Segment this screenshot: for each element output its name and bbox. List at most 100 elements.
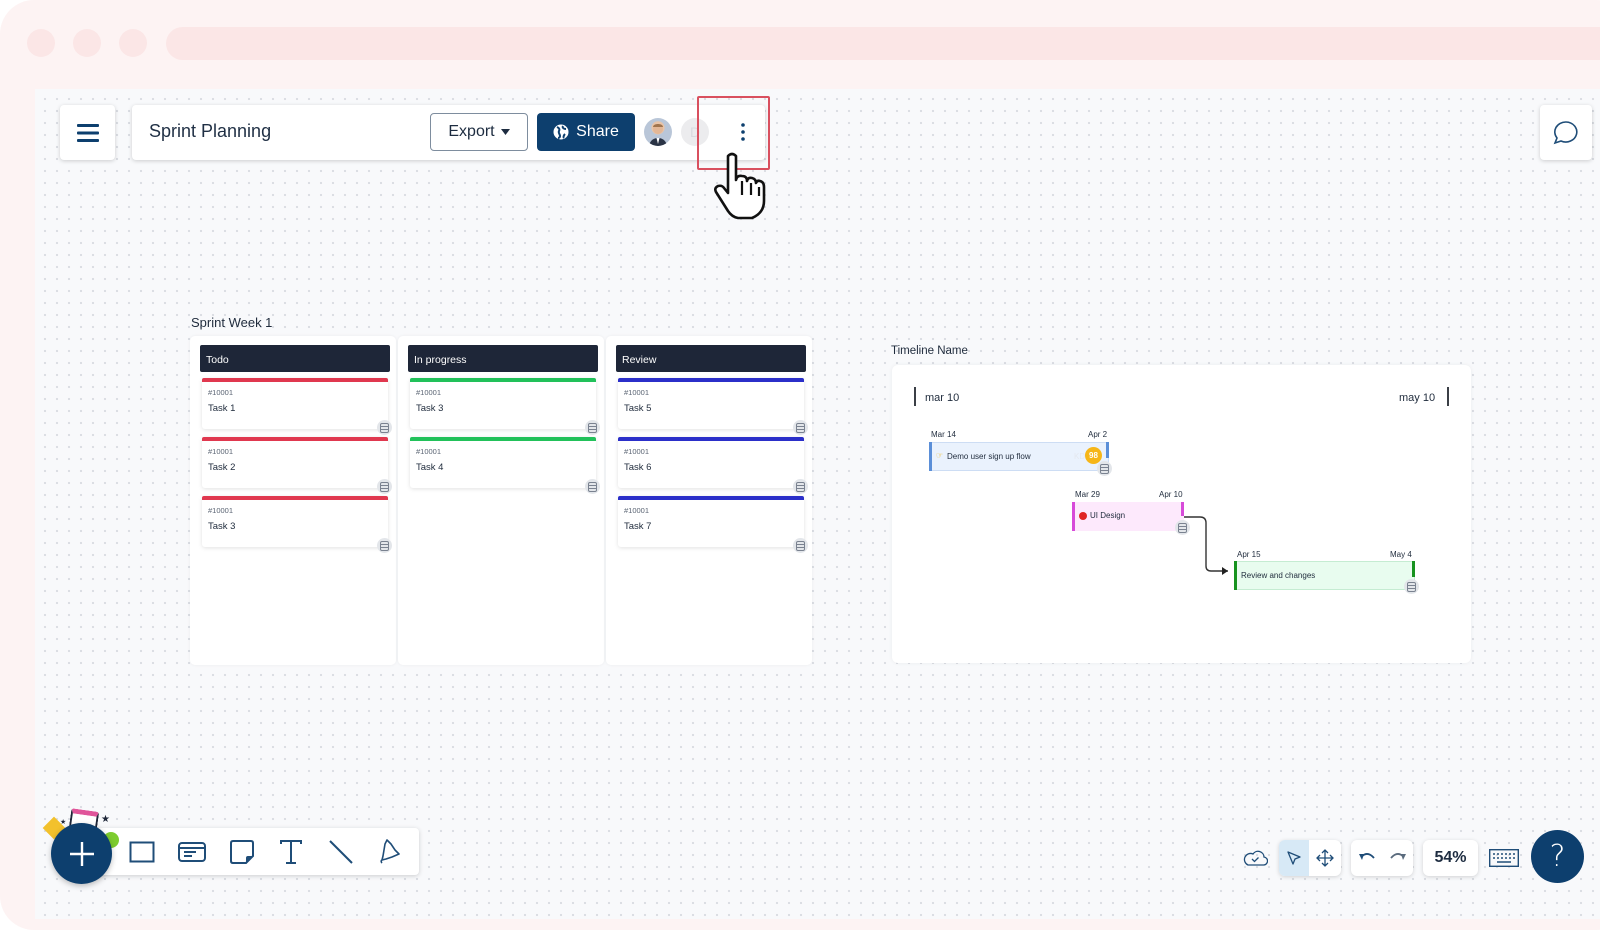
card-id: #10001: [208, 447, 234, 456]
globe-icon: [553, 124, 569, 140]
undo-icon: [1358, 853, 1375, 860]
history-controls: [1351, 840, 1413, 876]
mode-switcher: [1279, 840, 1341, 876]
database-icon[interactable]: [793, 538, 808, 553]
pen-icon: [380, 839, 400, 864]
zoom-level-button[interactable]: 54%: [1423, 840, 1478, 876]
kanban-card[interactable]: #10001 Task 2: [202, 437, 392, 494]
card-title: Task 7: [624, 521, 652, 532]
timeline-end-tick: [1447, 387, 1449, 406]
zoom-level: 54%: [1434, 849, 1467, 866]
card-status-bar: [618, 437, 804, 441]
share-label: Share: [576, 123, 619, 140]
line-icon: [329, 840, 353, 864]
kanban-card[interactable]: #10001 Task 1: [202, 378, 392, 435]
database-icon[interactable]: [585, 479, 600, 494]
timeline-board: mar 10 may 10 Mar 14 Apr 2 ☞ Demo user s…: [892, 365, 1471, 663]
timeline-item-label: Demo user sign up flow: [947, 452, 1031, 461]
rectangle-tool[interactable]: [124, 834, 160, 870]
kanban-card[interactable]: #10001 Task 4: [410, 437, 600, 494]
pen-tool[interactable]: [372, 834, 408, 870]
kanban-card[interactable]: #10001 Task 6: [618, 437, 808, 494]
text-icon: [280, 840, 302, 864]
timeline-range-end: may 10: [1399, 392, 1436, 404]
kanban-column: Todo #10001 Task 1 #10001 Task 2 #10001 Task 3: [190, 336, 396, 665]
collaborator-avatar-photo[interactable]: [644, 118, 672, 146]
redo-button[interactable]: [1382, 840, 1413, 876]
export-label: Export: [448, 123, 495, 140]
database-icon[interactable]: [793, 479, 808, 494]
select-mode-button[interactable]: [1279, 840, 1309, 876]
main-menu-button[interactable]: [60, 105, 115, 160]
card-id: #10001: [416, 388, 442, 397]
comments-button[interactable]: [1540, 105, 1592, 160]
line-tool[interactable]: [323, 834, 359, 870]
sticky-note-tool[interactable]: [224, 834, 260, 870]
kanban-card[interactable]: #10001 Task 3: [410, 378, 600, 435]
database-icon[interactable]: [377, 420, 392, 435]
share-button[interactable]: Share: [537, 113, 635, 151]
card-status-bar: [202, 378, 388, 382]
cloud-check-icon: [1243, 850, 1268, 866]
cursor-arrow-icon: [1287, 851, 1301, 865]
card-title: Task 1: [208, 403, 236, 414]
timeline-item-bar[interactable]: UI Design: [1072, 502, 1184, 531]
timeline-item-start: Mar 14: [931, 430, 956, 439]
card-status-bar: [202, 437, 388, 441]
decorative-star: ★: [60, 819, 67, 826]
database-icon[interactable]: [793, 420, 808, 435]
card-title: Task 3: [416, 403, 444, 414]
kanban-column: In progress #10001 Task 3 #10001 Task 4: [398, 336, 604, 665]
dependency-arrow[interactable]: [1182, 515, 1242, 575]
card-icon: [178, 842, 206, 862]
redo-icon: [1389, 853, 1406, 860]
kanban-column-header[interactable]: In progress: [408, 345, 598, 372]
timeline-item-bar[interactable]: ☞ Demo user sign up flow KD 98: [929, 442, 1109, 471]
timeline-item-end: Apr 10: [1159, 490, 1183, 499]
card-title: Task 4: [416, 462, 444, 473]
card-title: Task 3: [208, 521, 236, 532]
cloud-save-status[interactable]: [1241, 845, 1269, 869]
database-icon[interactable]: [1404, 579, 1419, 594]
card-id: #10001: [624, 506, 650, 515]
keyboard-shortcuts-button[interactable]: [1488, 845, 1520, 871]
text-tool[interactable]: [273, 834, 309, 870]
timeline-item-end: May 4: [1390, 550, 1412, 559]
card-id: #10001: [208, 506, 234, 515]
timeline-item-end: Apr 2: [1088, 430, 1108, 439]
address-bar[interactable]: [166, 27, 1600, 60]
undo-button[interactable]: [1351, 840, 1382, 876]
kanban-board: Todo #10001 Task 1 #10001 Task 2 #10001 Task 3…: [190, 336, 814, 665]
timeline-item-label: Review and changes: [1241, 571, 1316, 580]
kanban-column-header[interactable]: Todo: [200, 345, 390, 372]
kanban-frame-title[interactable]: Sprint Week 1: [191, 315, 272, 330]
kanban-column: Review #10001 Task 5 #10001 Task 6 #10001 Task…: [606, 336, 812, 665]
database-icon[interactable]: [585, 420, 600, 435]
red-blob-icon: [1079, 512, 1087, 520]
kanban-column-header[interactable]: Review: [616, 345, 806, 372]
card-status-bar: [618, 496, 804, 500]
sticky-note-icon: [230, 840, 254, 864]
document-title[interactable]: Sprint Planning: [149, 121, 271, 142]
kanban-card[interactable]: #10001 Task 7: [618, 496, 808, 553]
timeline-item-start: Mar 29: [1075, 490, 1100, 499]
creation-toolbar: [90, 828, 419, 875]
database-icon[interactable]: [1097, 461, 1112, 476]
timeline-frame-title[interactable]: Timeline Name: [891, 345, 968, 357]
move-arrows-icon: [1316, 849, 1334, 867]
card-title: Task 5: [624, 403, 652, 414]
card-status-bar: [202, 496, 388, 500]
chat-bubble-icon: [1553, 120, 1578, 144]
kanban-card[interactable]: #10001 Task 5: [618, 378, 808, 435]
timeline-item-bar[interactable]: Review and changes: [1234, 561, 1415, 590]
pan-mode-button[interactable]: [1310, 840, 1340, 876]
card-tool[interactable]: [174, 834, 210, 870]
card-status-bar: [410, 378, 596, 382]
help-button[interactable]: ?: [1531, 830, 1584, 883]
database-icon[interactable]: [377, 538, 392, 553]
export-button[interactable]: Export: [430, 113, 528, 151]
add-button[interactable]: [51, 823, 112, 884]
database-icon[interactable]: [377, 479, 392, 494]
kanban-card[interactable]: #10001 Task 3: [202, 496, 392, 553]
plus-icon: [69, 841, 94, 866]
